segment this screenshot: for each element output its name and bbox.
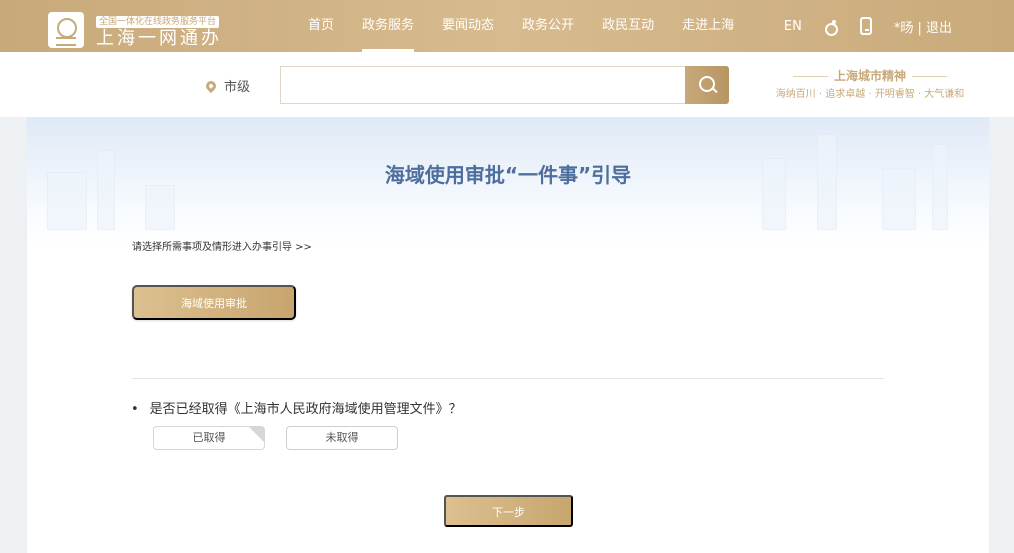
section-divider (132, 378, 884, 379)
city-spirit-title: 上海城市精神 (775, 67, 965, 85)
nav-shanghai[interactable]: 走进上海 (668, 0, 748, 52)
matter-button-sea-use-approval[interactable]: 海域使用审批 (132, 285, 296, 320)
eligibility-question: 是否已经取得《上海市人民政府海域使用管理文件》？ (131, 398, 462, 417)
location-selector[interactable]: 市级 (203, 76, 251, 95)
nav-government-disclosure[interactable]: 政务公开 (508, 0, 588, 52)
site-logo[interactable]: 全国一体化在线政务服务平台 上海一网通办 (48, 9, 222, 50)
mobile-icon[interactable] (859, 17, 872, 35)
location-label: 市级 (224, 80, 251, 95)
search-button[interactable] (685, 66, 729, 104)
option-obtained[interactable]: 已取得 (153, 426, 265, 450)
next-step-button[interactable]: 下一步 (444, 495, 573, 527)
location-icon (203, 78, 219, 93)
header-tools: EN *旸 | 退出 (784, 0, 952, 52)
nav-public-interaction[interactable]: 政民互动 (588, 0, 668, 52)
option-not-obtained[interactable]: 未取得 (286, 426, 398, 450)
user-logout[interactable]: *旸 | 退出 (894, 17, 952, 36)
search-input[interactable] (280, 66, 687, 104)
main-navigation: 首页 政务服务 要闻动态 政务公开 政民互动 走进上海 (294, 0, 748, 52)
logo-icon (48, 11, 84, 48)
city-spirit-badge: 上海城市精神 海纳百川 · 追求卓越 · 开明睿智 · 大气谦和 (775, 67, 965, 100)
nav-government-services[interactable]: 政务服务 (348, 0, 428, 52)
accessibility-icon[interactable] (824, 19, 838, 36)
logo-text: 全国一体化在线政务服务平台 上海一网通办 (96, 9, 222, 50)
site-name: 上海一网通办 (96, 28, 222, 49)
nav-news[interactable]: 要闻动态 (428, 0, 508, 52)
guide-instruction: 请选择所需事项及情形进入办事引导 >> (132, 242, 312, 253)
page-title: 海域使用审批“一件事”引导 (384, 163, 632, 187)
guide-content-panel: 海域使用审批“一件事”引导 请选择所需事项及情形进入办事引导 >> 海域使用审批… (27, 117, 989, 553)
nav-home[interactable]: 首页 (294, 0, 348, 52)
language-toggle[interactable]: EN (784, 19, 802, 34)
top-navigation-bar: 全国一体化在线政务服务平台 上海一网通办 首页 政务服务 要闻动态 政务公开 政… (0, 0, 1014, 52)
platform-subtitle: 全国一体化在线政务服务平台 (96, 16, 220, 28)
city-spirit-tags: 海纳百川 · 追求卓越 · 开明睿智 · 大气谦和 (775, 89, 965, 100)
